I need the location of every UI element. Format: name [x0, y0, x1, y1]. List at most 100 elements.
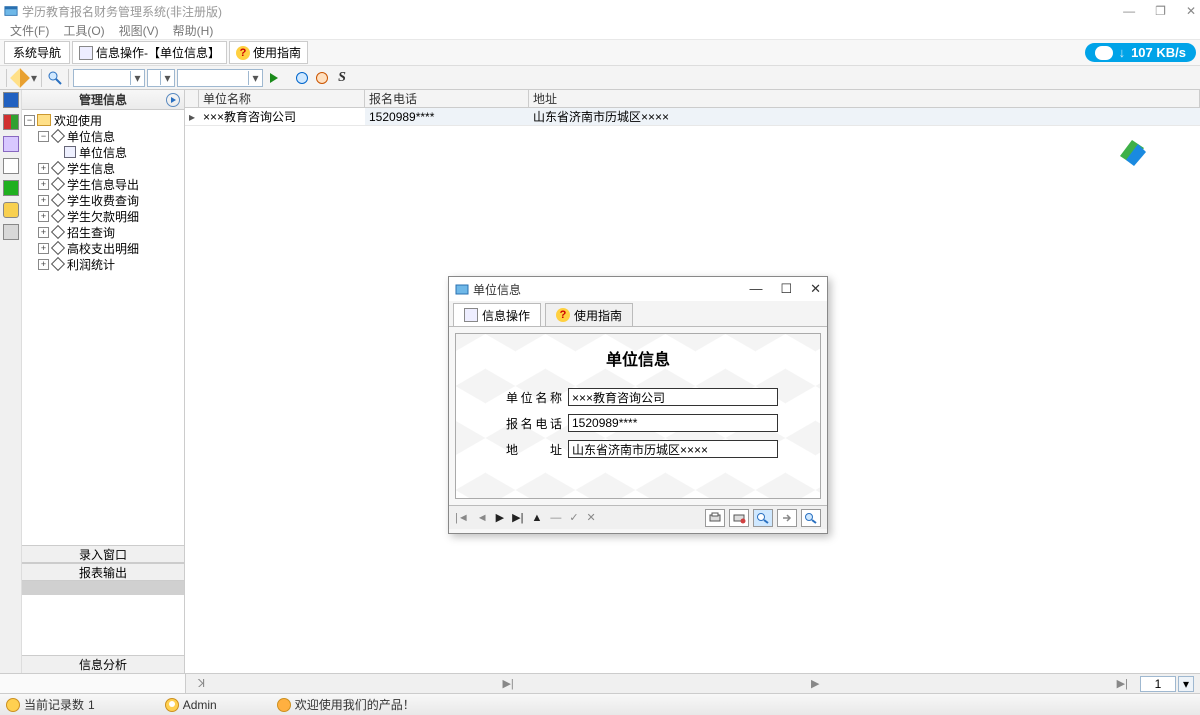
label-address: 地 址 — [506, 441, 562, 458]
play-icon — [270, 73, 278, 83]
system-nav-button[interactable]: 系统导航 — [4, 41, 70, 64]
tree-item-profit-stats[interactable]: +利润统计 — [22, 256, 184, 272]
export-button[interactable] — [777, 509, 797, 527]
tree-item-student-export[interactable]: +学生信息导出 — [22, 176, 184, 192]
tree-item-debt-detail[interactable]: +学生欠款明细 — [22, 208, 184, 224]
form-panel: 单位信息 单位名称 报名电话 地 址 — [455, 333, 821, 499]
input-phone[interactable] — [568, 414, 778, 432]
combo-1[interactable]: ▾ — [73, 69, 145, 87]
prev-record-icon[interactable]: ◄ — [477, 512, 488, 524]
status-record-count: 当前记录数 1 — [6, 696, 95, 713]
print-setup-button[interactable] — [729, 509, 749, 527]
last-page-icon[interactable]: ▶| — [1117, 677, 1128, 690]
combo-3[interactable]: ▾ — [177, 69, 263, 87]
cell-addr: 山东省济南市历城区×××× — [529, 108, 1200, 125]
tree-leaf-unit-info[interactable]: 单位信息 — [22, 144, 184, 160]
menu-file[interactable]: 文件(F) — [10, 22, 49, 39]
diamond-icon — [51, 129, 65, 143]
dialog-tabs: 信息操作 ? 使用指南 — [449, 301, 827, 327]
menu-help[interactable]: 帮助(H) — [173, 22, 214, 39]
preview-button[interactable] — [753, 509, 773, 527]
dialog-tab-info[interactable]: 信息操作 — [453, 303, 541, 326]
last-record-icon[interactable]: ▶| — [512, 511, 523, 524]
dialog-tab-guide[interactable]: ? 使用指南 — [545, 303, 633, 326]
printer-icon — [708, 512, 722, 524]
brand-logo — [1116, 136, 1148, 168]
window-titlebar: 学历教育报名财务管理系统(非注册版) — ❐ ✕ — [0, 0, 1200, 22]
up-icon[interactable]: ▲ — [531, 512, 542, 524]
iconbar-item-1[interactable] — [3, 92, 19, 108]
hscroll-nav[interactable]: ꓘ ▶| ▶ ▶| — [186, 677, 1140, 690]
user-blue-button[interactable] — [293, 69, 311, 87]
menu-view[interactable]: 视图(V) — [119, 22, 159, 39]
tree-item-enroll-query[interactable]: +招生查询 — [22, 224, 184, 240]
maximize-button[interactable]: ❐ — [1155, 4, 1166, 18]
hscroll-bar: ꓘ ▶| ▶ ▶| 1 ▾ — [0, 673, 1200, 693]
status-welcome: 欢迎使用我们的产品！ — [277, 696, 415, 713]
window-title: 学历教育报名财务管理系统(非注册版) — [22, 3, 1123, 20]
netspeed-indicator: ↓ 107 KB/s — [1085, 43, 1196, 62]
tree-item-fee-query[interactable]: +学生收费查询 — [22, 192, 184, 208]
find-button[interactable] — [801, 509, 821, 527]
tree-root[interactable]: − 欢迎使用 — [22, 112, 184, 128]
close-button[interactable]: ✕ — [1186, 4, 1196, 18]
sum-button[interactable]: S — [333, 69, 351, 87]
nav-section-entry[interactable]: 录入窗口 — [22, 545, 184, 563]
print-button[interactable] — [705, 509, 725, 527]
col-phone[interactable]: 报名电话 — [365, 90, 529, 107]
magnifier-icon — [47, 70, 63, 86]
col-unit-name[interactable]: 单位名称 — [199, 90, 365, 107]
edit-button[interactable] — [11, 69, 29, 87]
dialog-title: 单位信息 — [473, 281, 521, 298]
iconbar-item-3[interactable] — [3, 136, 19, 152]
iconbar-item-6[interactable] — [3, 202, 19, 218]
tree-item-student-info[interactable]: +学生信息 — [22, 160, 184, 176]
top-toolbar: 系统导航 信息操作-【单位信息】 ? 使用指南 ↓ 107 KB/s — [0, 40, 1200, 66]
dialog-close-button[interactable]: ✕ — [810, 281, 821, 297]
row-indicator-icon: ▸ — [185, 108, 199, 125]
magnifier-icon — [756, 512, 770, 524]
grid-row[interactable]: ▸ ×××教育咨询公司 1520989**** 山东省济南市历城区×××× — [185, 108, 1200, 126]
run-button[interactable] — [265, 69, 283, 87]
input-unit-name[interactable] — [568, 388, 778, 406]
first-record-icon[interactable]: |◄ — [455, 512, 469, 524]
iconbar-item-2[interactable] — [3, 114, 19, 130]
user-orange-button[interactable] — [313, 69, 331, 87]
iconbar-item-5[interactable] — [3, 180, 19, 196]
tab-guide[interactable]: ? 使用指南 — [229, 41, 308, 64]
iconbar-item-4[interactable] — [3, 158, 19, 174]
dialog-minimize-button[interactable]: — — [749, 281, 762, 297]
menu-tools[interactable]: 工具(O) — [63, 22, 104, 39]
cell-phone: 1520989**** — [365, 108, 529, 125]
page-dropdown[interactable]: ▾ — [1178, 676, 1194, 692]
dash-icon[interactable]: — — [550, 512, 561, 524]
prev-page-icon[interactable]: ▶| — [502, 677, 513, 690]
col-address[interactable]: 地址 — [529, 90, 1200, 107]
first-page-icon[interactable]: ꓘ — [198, 677, 205, 690]
label-unit-name: 单位名称 — [506, 389, 562, 406]
tree-item-unit-info[interactable]: − 单位信息 — [22, 128, 184, 144]
iconbar-item-7[interactable] — [3, 224, 19, 240]
dialog-maximize-button[interactable]: ☐ — [780, 281, 792, 297]
search-tool-button[interactable] — [46, 69, 64, 87]
cancel-icon[interactable]: ✕ — [587, 511, 596, 524]
dialog-titlebar[interactable]: 单位信息 — ☐ ✕ — [449, 277, 827, 301]
tab-unit-info[interactable]: 信息操作-【单位信息】 — [72, 41, 227, 64]
next-page-icon[interactable]: ▶ — [811, 677, 819, 690]
menubar: 文件(F) 工具(O) 视图(V) 帮助(H) — [0, 22, 1200, 40]
page-number[interactable]: 1 — [1140, 676, 1176, 692]
nav-section-analysis[interactable]: 信息分析 — [22, 655, 184, 673]
statusbar: 当前记录数 1 Admin 欢迎使用我们的产品！ — [0, 693, 1200, 715]
check-icon[interactable]: ✓ — [569, 511, 578, 524]
pencil-icon — [10, 68, 30, 88]
cell-name: ×××教育咨询公司 — [199, 108, 365, 125]
input-address[interactable] — [568, 440, 778, 458]
refresh-icon[interactable] — [166, 93, 180, 107]
tree-item-school-expense[interactable]: +高校支出明细 — [22, 240, 184, 256]
nav-section-report[interactable]: 报表输出 — [22, 563, 184, 581]
next-record-icon[interactable]: ▶ — [496, 511, 504, 524]
minimize-button[interactable]: — — [1123, 4, 1135, 18]
nav-divider — [22, 581, 184, 595]
app-icon — [4, 4, 18, 18]
combo-2[interactable]: ▾ — [147, 69, 175, 87]
